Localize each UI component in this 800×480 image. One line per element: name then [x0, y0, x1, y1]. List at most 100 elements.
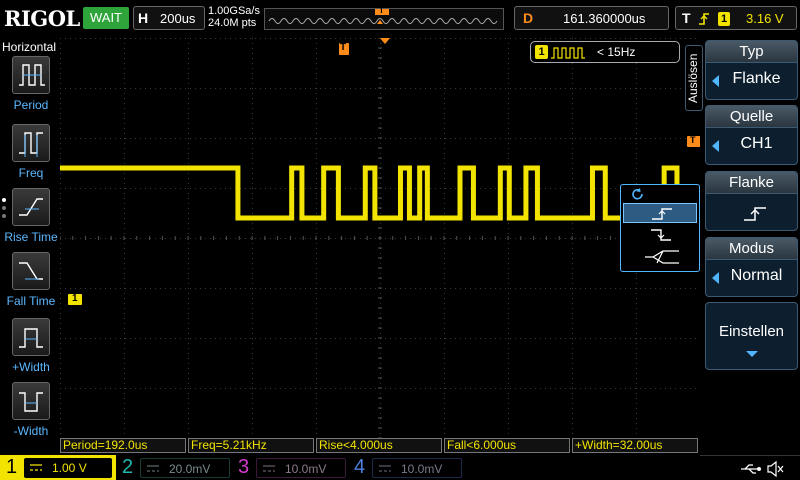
negative-width-label: -Width: [13, 424, 49, 438]
left-arrow-icon: [712, 75, 719, 87]
measure-fall-time-button[interactable]: Fall Time: [2, 252, 60, 316]
measurement-bar: Period=192.0us Freq=5.21kHz Rise<4.000us…: [60, 438, 700, 453]
measurement-freq[interactable]: Freq=5.21kHz: [188, 438, 314, 453]
channel-2-number: 2: [122, 456, 134, 478]
fall-time-label: Fall Time: [6, 294, 56, 308]
measure-negative-width-button[interactable]: -Width: [2, 382, 60, 446]
channel-1[interactable]: 1 1.00 V: [0, 455, 116, 480]
waveform-display[interactable]: [60, 38, 700, 438]
trigger-mode-value: Normal: [730, 267, 783, 284]
timebase-box[interactable]: H 200us: [133, 6, 205, 30]
trigger-slope-title: Flanke: [706, 172, 797, 194]
channel-3[interactable]: 3 10.0mV: [232, 455, 348, 480]
slope-option-rising[interactable]: [623, 203, 697, 223]
trigger-source-title: Quelle: [706, 106, 797, 128]
channel-2[interactable]: 2 20.0mV: [116, 455, 232, 480]
freq-label: Freq: [18, 166, 44, 180]
refresh-icon: [632, 188, 643, 200]
trigger-slope-button[interactable]: Flanke: [705, 171, 798, 231]
timebase-value: 200us: [160, 11, 196, 26]
dc-coupling-icon: [263, 465, 275, 472]
sample-rate-value: 1.00GSa/s: [208, 5, 260, 17]
slope-selector-popup[interactable]: [620, 184, 700, 272]
channel-1-number: 1: [6, 456, 18, 478]
channel-2-scale: 20.0mV: [169, 462, 211, 476]
channel-4-scale: 10.0mV: [401, 462, 443, 476]
channel-3-scale: 10.0mV: [285, 462, 327, 476]
channel-4-number: 4: [354, 456, 366, 478]
delay-box[interactable]: D 161.360000us: [514, 6, 669, 30]
trigger-box[interactable]: T 1 3.16 V: [675, 6, 797, 30]
horizontal-measure-menu: Horizontal Period Freq Rise Time Fall Ti…: [0, 36, 60, 438]
trigger-position-marker-label: T: [340, 42, 347, 53]
left-arrow-icon: [712, 272, 719, 284]
delay-marker: [380, 38, 390, 44]
dc-coupling-icon: [147, 465, 159, 472]
ch1-offset-marker-label: 1: [72, 293, 78, 304]
trigger-position-marker[interactable]: T: [339, 42, 349, 55]
rising-edge-icon: [699, 13, 709, 25]
ch1-offset-marker[interactable]: 1: [68, 293, 82, 305]
positive-width-icon: [12, 318, 50, 356]
channel-4-scale-box: 10.0mV: [372, 458, 462, 478]
measure-freq-button[interactable]: Freq: [2, 124, 60, 188]
rise-time-icon: [12, 188, 50, 226]
trigger-menu-tab[interactable]: Auslösen: [685, 45, 703, 111]
channel-3-number: 3: [238, 456, 250, 478]
frequency-counter-value: < 15Hz: [597, 45, 636, 59]
usb-icon: [741, 464, 761, 474]
timebase-label: H: [138, 10, 149, 26]
trigger-type-button[interactable]: Typ Flanke: [705, 40, 798, 100]
trigger-channel-badge: 1: [718, 12, 730, 26]
brand-logo: RIGOL: [4, 6, 80, 31]
channel-1-scale-box: 1.00 V: [24, 458, 112, 478]
trigger-source-value: CH1: [740, 135, 773, 152]
measurement-positive-width[interactable]: +Width=32.00us: [572, 438, 698, 453]
fall-time-icon: [12, 252, 50, 290]
measurement-period[interactable]: Period=192.0us: [60, 438, 186, 453]
period-icon: [12, 56, 50, 94]
chevron-down-icon: [746, 351, 758, 357]
rising-slope-icon: [744, 207, 766, 221]
measure-rise-time-button[interactable]: Rise Time: [2, 188, 60, 252]
rise-time-label: Rise Time: [4, 230, 58, 244]
falling-slope-icon: [651, 229, 671, 241]
channel-bar: 1 1.00 V 2 20.0mV 3 10.0mV 4 10.0mV: [0, 455, 800, 480]
trigger-mode-button[interactable]: Modus Normal: [705, 237, 798, 297]
negative-width-icon: [12, 382, 50, 420]
trigger-settings-button[interactable]: Einstellen: [705, 302, 798, 370]
frequency-counter-badge[interactable]: 1 < 15Hz: [530, 41, 680, 63]
measurement-rise[interactable]: Rise<4.000us: [316, 438, 442, 453]
trigger-level-marker-label: T: [690, 135, 696, 145]
measurement-fall[interactable]: Fall<6.000us: [444, 438, 570, 453]
status-bar: RIGOL WAIT H 200us 1.00GSa/s 24.0M pts T…: [0, 0, 800, 36]
trigger-source-button[interactable]: Quelle CH1: [705, 105, 798, 165]
freq-icon: [12, 124, 50, 162]
delay-value: 161.360000us: [563, 11, 646, 26]
trigger-settings-title: Einstellen: [718, 323, 785, 340]
slope-option-either[interactable]: [623, 247, 697, 267]
measure-positive-width-button[interactable]: +Width: [2, 318, 60, 382]
status-tray: [700, 455, 800, 480]
dc-coupling-icon: [379, 465, 391, 472]
channel-1-scale: 1.00 V: [52, 461, 87, 475]
measure-period-button[interactable]: Period: [2, 56, 60, 120]
trigger-mode-title: Modus: [706, 238, 797, 260]
memory-depth-value: 24.0M pts: [208, 17, 257, 29]
rising-slope-icon: [652, 208, 672, 220]
slope-option-falling[interactable]: [623, 225, 697, 245]
run-state-badge[interactable]: WAIT: [83, 7, 129, 29]
left-arrow-icon: [712, 140, 719, 152]
menu-title: Horizontal: [2, 40, 57, 54]
overview-trigger-marker: T: [379, 6, 384, 15]
mute-speaker-icon: [767, 461, 784, 477]
waveform-overview[interactable]: T: [264, 6, 504, 30]
positive-width-label: +Width: [12, 360, 50, 374]
trigger-type-title: Typ: [706, 41, 797, 63]
trigger-level-marker[interactable]: T: [687, 135, 700, 147]
delay-label: D: [523, 10, 534, 26]
trigger-type-value: Flanke: [732, 70, 781, 87]
channel-4[interactable]: 4 10.0mV: [348, 455, 464, 480]
dc-coupling-icon: [30, 464, 42, 471]
trigger-label: T: [682, 10, 691, 26]
